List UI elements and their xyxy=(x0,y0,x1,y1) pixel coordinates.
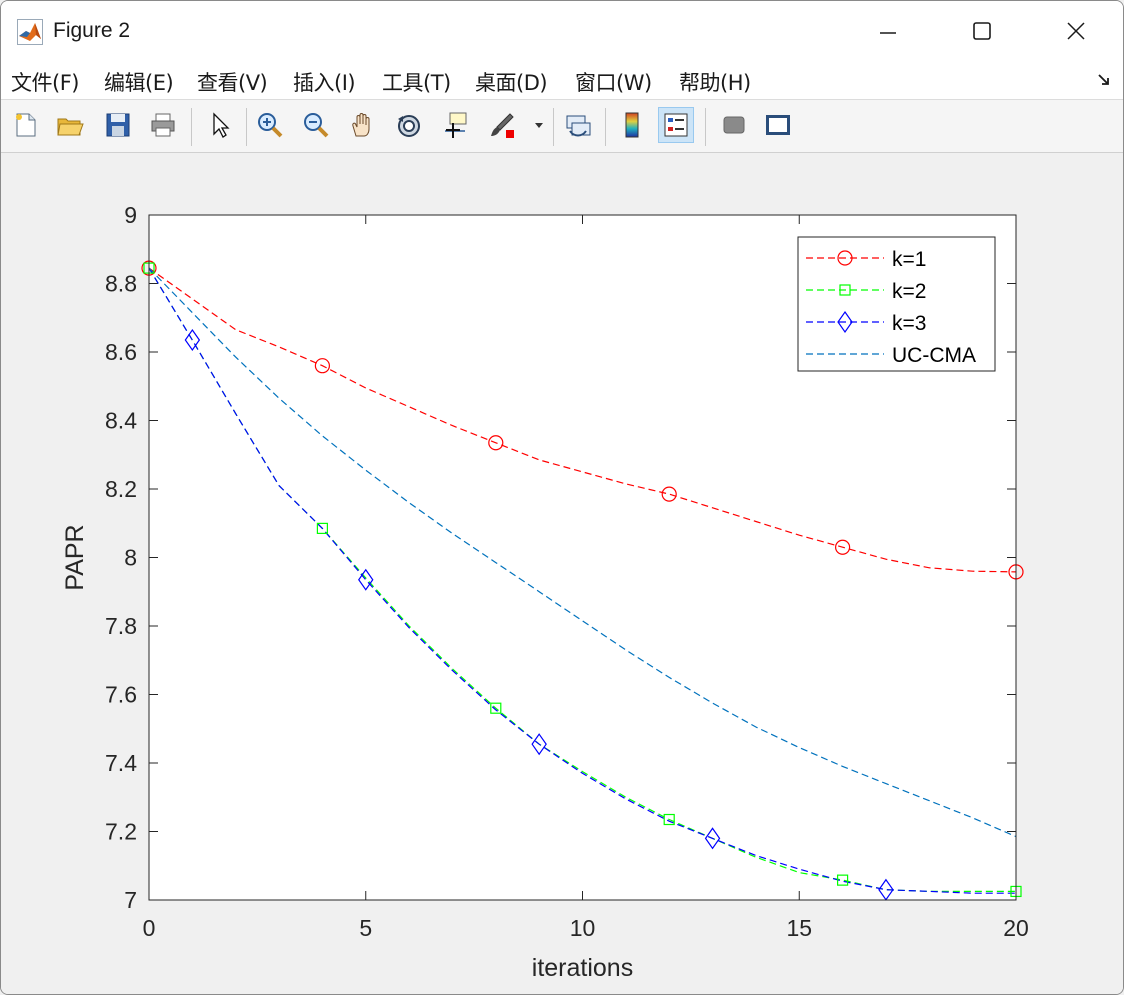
menu-file[interactable]: 文件(F) xyxy=(11,67,79,97)
toolbar-separator xyxy=(191,108,192,146)
dock-figure-arrow-icon[interactable] xyxy=(1097,73,1111,87)
maximize-button[interactable] xyxy=(959,7,1005,55)
figure-canvas: 0 5 10 15 20 7 7.2 7.4 7.6 7.8 8 8.2 8.4 8.6 8.8 9 ite… xyxy=(1,153,1123,994)
printer-icon xyxy=(151,113,175,137)
pan-hand-icon xyxy=(352,113,370,137)
new-figure-button[interactable] xyxy=(9,108,43,142)
minimize-button[interactable] xyxy=(865,7,911,55)
new-file-icon xyxy=(16,113,36,137)
close-button[interactable] xyxy=(1053,7,1099,55)
y-tick-label: 8.2 xyxy=(105,476,137,502)
menu-desktop[interactable]: 桌面(D) xyxy=(475,67,548,97)
save-figure-button[interactable] xyxy=(101,108,135,142)
brush-button[interactable] xyxy=(485,108,519,142)
open-file-button[interactable] xyxy=(53,108,87,142)
hide-tools-icon xyxy=(723,116,745,134)
toolbar-separator xyxy=(246,108,247,146)
x-tick-label: 20 xyxy=(1003,915,1029,941)
legend-icon xyxy=(664,113,688,137)
menu-window[interactable]: 窗口(W) xyxy=(575,67,652,97)
insert-colorbar-button[interactable] xyxy=(615,108,649,142)
zoom-out-button[interactable] xyxy=(299,108,333,142)
toolbar-separator xyxy=(553,108,554,146)
y-tick-label: 7.6 xyxy=(105,682,137,708)
colorbar-icon xyxy=(625,112,639,138)
menu-edit[interactable]: 编辑(E) xyxy=(104,67,174,97)
link-plot-button[interactable] xyxy=(561,108,595,142)
y-tick-label: 7.4 xyxy=(105,750,137,776)
y-tick-labels: 7 7.2 7.4 7.6 7.8 8 8.2 8.4 8.6 8.8 9 xyxy=(105,202,137,913)
y-tick-label: 8 xyxy=(124,545,137,571)
menu-view[interactable]: 查看(V) xyxy=(197,67,268,97)
data-cursor-icon xyxy=(445,112,467,138)
menu-tools[interactable]: 工具(T) xyxy=(382,67,451,97)
brush-dropdown-button[interactable] xyxy=(529,108,549,142)
x-tick-labels: 0 5 10 15 20 xyxy=(143,915,1029,941)
print-figure-button[interactable] xyxy=(146,108,180,142)
legend-label-4: UC-CMA xyxy=(892,344,976,367)
papr-chart[interactable]: 0 5 10 15 20 7 7.2 7.4 7.6 7.8 8 8.2 8.4 8.6 8.8 9 ite… xyxy=(1,153,1123,994)
hide-plot-tools-button[interactable] xyxy=(717,108,751,142)
x-tick-label: 15 xyxy=(786,915,812,941)
x-tick-label: 10 xyxy=(570,915,596,941)
pan-button[interactable] xyxy=(345,108,379,142)
rotate-3d-icon xyxy=(398,115,420,137)
menu-bar: 文件(F) 编辑(E) 查看(V) 插入(I) 工具(T) 桌面(D) 窗口(W… xyxy=(1,61,1123,100)
matlab-logo-icon xyxy=(17,19,43,45)
x-tick-label: 5 xyxy=(359,915,372,941)
chevron-down-icon xyxy=(535,123,543,128)
rotate-3d-button[interactable] xyxy=(392,108,426,142)
menu-help[interactable]: 帮助(H) xyxy=(679,67,751,97)
y-tick-label: 8.8 xyxy=(105,271,137,297)
data-cursor-button[interactable] xyxy=(438,108,472,142)
insert-legend-button[interactable] xyxy=(658,107,694,143)
x-axis-label: iterations xyxy=(532,954,633,982)
figure-toolbar xyxy=(1,100,1123,153)
dock-tools-icon xyxy=(766,115,790,135)
pointer-arrow-icon xyxy=(213,112,230,138)
minimize-icon xyxy=(880,32,896,34)
y-tick-label: 8.4 xyxy=(105,408,137,434)
y-tick-label: 8.6 xyxy=(105,339,137,365)
zoom-in-icon xyxy=(258,113,283,138)
zoom-in-button[interactable] xyxy=(253,108,287,142)
title-bar[interactable]: Figure 2 xyxy=(1,1,1123,61)
window-title: Figure 2 xyxy=(53,19,131,42)
legend-label-1: k=1 xyxy=(892,248,926,271)
legend-label-2: k=2 xyxy=(892,280,926,303)
close-icon xyxy=(1067,22,1085,40)
edit-plot-button[interactable] xyxy=(203,108,237,142)
y-tick-label: 7.2 xyxy=(105,819,137,845)
menu-insert[interactable]: 插入(I) xyxy=(293,67,356,97)
toolbar-separator xyxy=(705,108,706,146)
figure-window: Figure 2 文件(F) 编辑(E) 查看(V) 插入(I) 工具(T) 桌… xyxy=(0,0,1124,995)
x-tick-label: 0 xyxy=(143,915,156,941)
legend-label-3: k=3 xyxy=(892,312,926,335)
brush-icon xyxy=(491,113,514,138)
open-folder-icon xyxy=(57,118,84,136)
save-icon xyxy=(106,113,130,137)
y-tick-label: 7.8 xyxy=(105,613,137,639)
maximize-icon xyxy=(973,22,991,40)
link-plot-icon xyxy=(566,115,591,137)
y-tick-label: 9 xyxy=(124,202,137,228)
zoom-out-icon xyxy=(304,113,329,138)
y-tick-label: 7 xyxy=(124,887,137,913)
legend[interactable]: k=1 k=2 k=3 UC-CMA xyxy=(797,236,996,372)
show-plot-tools-button[interactable] xyxy=(761,108,795,142)
toolbar-separator xyxy=(605,108,606,146)
y-axis-label: PAPR xyxy=(61,524,89,590)
